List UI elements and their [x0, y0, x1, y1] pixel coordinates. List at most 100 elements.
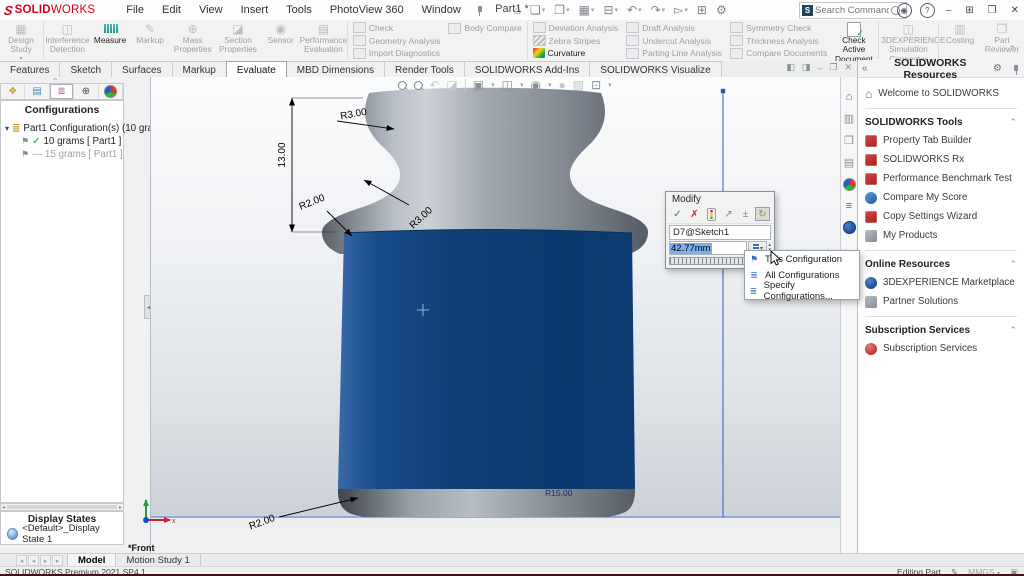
increment-spin-button[interactable]: ±: [738, 207, 753, 221]
subscription-services-link[interactable]: Subscription Services: [865, 341, 1017, 356]
tab-solidworks-addins[interactable]: SOLIDWORKS Add-Ins: [464, 61, 590, 77]
menu-this-configuration[interactable]: ⚑ This Configuration: [745, 251, 859, 267]
dim-r2-mid-label[interactable]: R2.00: [298, 192, 327, 212]
model-body-selected[interactable]: [338, 230, 635, 518]
solidworks-rx-link[interactable]: SOLIDWORKS Rx: [865, 152, 1017, 167]
section-collapse-icon[interactable]: ⌃: [1009, 117, 1017, 128]
dim-r3-top-label[interactable]: R3.00: [339, 107, 368, 123]
tree-expand-icon[interactable]: ▾: [5, 124, 9, 133]
options-button[interactable]: ⚙: [716, 3, 727, 17]
rebuild-traffic-light-button[interactable]: [704, 207, 719, 221]
section-collapse-icon[interactable]: ⌃: [1009, 325, 1017, 336]
rebuild-button[interactable]: ↗: [721, 207, 736, 221]
display-style-icon[interactable]: ◫: [502, 78, 513, 92]
configuration-inactive-row[interactable]: ⚑ — 15 grams [ Part1 ]: [5, 148, 123, 161]
compare-documents-button[interactable]: Compare Documents: [730, 47, 827, 59]
tab-surfaces[interactable]: Surfaces: [111, 61, 172, 77]
costing-button[interactable]: ▥ Costing: [940, 20, 980, 61]
curvature-button[interactable]: Curvature: [533, 47, 619, 59]
custom-properties-icon[interactable]: ≡: [846, 200, 852, 212]
deviation-analysis-button[interactable]: Deviation Analysis: [533, 22, 619, 34]
model-bottom-band[interactable]: [338, 489, 635, 517]
marketplace-link[interactable]: 3DEXPERIENCE Marketplace: [865, 275, 1017, 290]
zebra-stripes-button[interactable]: Zebra Stripes: [533, 35, 619, 47]
pane-pin-icon[interactable]: [1010, 64, 1020, 74]
3dexperience-icon[interactable]: [843, 221, 856, 234]
copy-settings-wizard-link[interactable]: Copy Settings Wizard: [865, 209, 1017, 224]
prev-study-icon[interactable]: ◂: [28, 555, 39, 566]
select-button[interactable]: ▻▾: [674, 3, 688, 17]
pane-split2-icon[interactable]: ◨: [802, 62, 811, 73]
new-document-button[interactable]: ❏▾: [530, 3, 545, 17]
home-button[interactable]: ⌂: [514, 3, 521, 17]
accept-button[interactable]: ✓: [670, 207, 685, 221]
display-state-row[interactable]: <Default>_Display State 1: [1, 527, 123, 540]
property-tab-builder-link[interactable]: Property Tab Builder: [865, 133, 1017, 148]
design-study-button[interactable]: ▦ Design Study ▾: [0, 20, 42, 61]
scroll-left-icon[interactable]: ◂: [2, 504, 5, 511]
resources-tab-home-icon[interactable]: ⌂: [846, 91, 853, 103]
menu-tools[interactable]: Tools: [277, 2, 321, 18]
menu-specify-configurations[interactable]: ≣ Specify Configurations...: [745, 283, 859, 299]
featuremanager-tab[interactable]: ❖: [1, 84, 25, 99]
interference-detection-button[interactable]: ◫ Interference Detection: [45, 20, 90, 61]
sketch-endpoint[interactable]: [721, 89, 725, 93]
parting-line-analysis-button[interactable]: Parting Line Analysis: [626, 47, 722, 59]
save-button[interactable]: ▦▾: [579, 3, 595, 17]
hide-show-items-icon[interactable]: ◉: [530, 78, 540, 92]
propertymanager-tab[interactable]: ▤: [25, 84, 49, 99]
tab-render-tools[interactable]: Render Tools: [384, 61, 465, 77]
menu-pin-icon[interactable]: [474, 5, 484, 15]
collapse-pane-icon[interactable]: «: [862, 63, 868, 74]
menu-window[interactable]: Window: [413, 2, 470, 18]
doc-close-button[interactable]: ✕: [844, 62, 852, 73]
last-study-icon[interactable]: ▸: [52, 555, 63, 566]
tab-evaluate[interactable]: Evaluate: [226, 61, 287, 77]
appearances-icon[interactable]: [843, 178, 856, 191]
symmetry-check-button[interactable]: Symmetry Check: [730, 22, 827, 34]
scroll-right-icon[interactable]: ▸: [119, 504, 122, 511]
undo-button[interactable]: ↶▾: [627, 3, 642, 17]
dim-r15-label[interactable]: R15.00: [545, 488, 573, 498]
3dexperience-simulation-connector-button[interactable]: ◫ 3DEXPERIENCE Simulation Connector: [879, 20, 937, 61]
tab-sketch[interactable]: Sketch: [59, 61, 112, 77]
measure-button[interactable]: Measure: [90, 20, 130, 61]
performance-benchmark-link[interactable]: Performance Benchmark Test: [865, 171, 1017, 186]
tab-features[interactable]: Features: [0, 61, 60, 77]
partner-solutions-link[interactable]: Partner Solutions: [865, 294, 1017, 309]
online-resources-section[interactable]: Online Resources ⌃: [865, 257, 1017, 271]
check-active-document-button[interactable]: Check Active Document ▾: [831, 20, 876, 61]
thickness-analysis-button[interactable]: Thickness Analysis: [730, 35, 827, 47]
zoom-to-fit-icon[interactable]: [397, 81, 406, 90]
zoom-to-area-icon[interactable]: [413, 81, 422, 90]
menu-file[interactable]: File: [117, 2, 153, 18]
spin-reset-button[interactable]: ↻: [755, 207, 770, 221]
layout-button[interactable]: ⊞: [697, 3, 707, 17]
cancel-button[interactable]: ✗: [687, 207, 702, 221]
previous-view-icon[interactable]: ↶: [429, 78, 439, 92]
performance-evaluation-button[interactable]: ▤ Performance Evaluation: [301, 20, 346, 61]
design-library-icon[interactable]: ▥: [844, 112, 854, 125]
graphics-viewport[interactable]: 13.00 R3.00 R2.00 R3.00 R15.00 R2.00 ↶ ◪…: [150, 77, 858, 553]
menu-photoview[interactable]: PhotoView 360: [321, 2, 413, 18]
close-button[interactable]: ✕: [1008, 5, 1022, 16]
configuration-active-row[interactable]: ⚑ ✓ 10 grams [ Part1 ]: [5, 135, 123, 148]
check-button[interactable]: Check: [353, 22, 441, 34]
menu-edit[interactable]: Edit: [153, 2, 190, 18]
configurationmanager-tab[interactable]: ≣: [50, 84, 74, 99]
compare-my-score-link[interactable]: Compare My Score: [865, 190, 1017, 205]
section-properties-button[interactable]: ◪ Section Properties: [215, 20, 260, 61]
menu-view[interactable]: View: [190, 2, 232, 18]
apply-scene-icon[interactable]: ▨: [573, 78, 584, 92]
undercut-analysis-button[interactable]: Undercut Analysis: [626, 35, 722, 47]
dimension-name-field[interactable]: D7@Sketch1: [669, 225, 771, 240]
sensor-button[interactable]: ◉ Sensor: [261, 20, 301, 61]
menu-insert[interactable]: Insert: [232, 2, 278, 18]
doc-restore-button[interactable]: ❐: [829, 62, 837, 73]
user-account-icon[interactable]: ◉: [897, 3, 912, 18]
redo-button[interactable]: ↷▾: [651, 3, 666, 17]
edit-appearance-icon[interactable]: ●: [558, 78, 565, 92]
search-input[interactable]: [813, 5, 891, 16]
tab-mbd-dimensions[interactable]: MBD Dimensions: [286, 61, 385, 77]
ribbon-collapse-icon[interactable]: ⌃: [1008, 44, 1016, 55]
